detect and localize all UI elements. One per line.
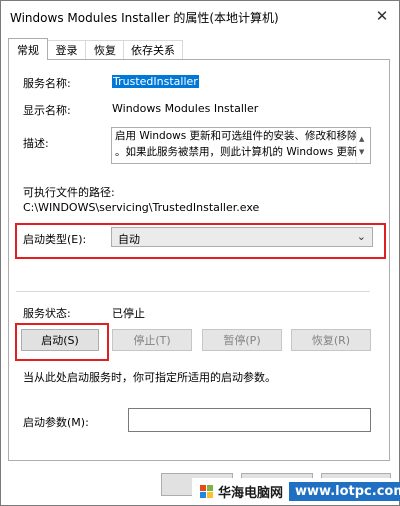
service-name-label: 服务名称: — [23, 77, 71, 90]
exec-path-value[interactable]: C:\WINDOWS\servicing\TrustedInstaller.ex… — [23, 201, 259, 214]
watermark: 华海电脑网 www.lotpc.com — [192, 478, 400, 505]
display-name-value[interactable]: Windows Modules Installer — [112, 102, 258, 115]
display-name-label: 显示名称: — [23, 104, 71, 117]
service-name-value[interactable]: TrustedInstaller — [112, 75, 199, 88]
general-panel — [8, 59, 390, 461]
description-label: 描述: — [23, 137, 49, 150]
description-box[interactable]: 启用 Windows 更新和可选组件的安装、修改和移除 。如果此服务被禁用，则此… — [111, 127, 371, 164]
service-status-value: 已停止 — [112, 307, 145, 320]
close-icon[interactable]: ✕ — [365, 1, 399, 31]
startup-type-value: 自动 — [118, 233, 140, 246]
description-scrollbar[interactable]: ▲ ▼ — [356, 128, 370, 163]
description-line-2: 。如果此服务被禁用，则此计算机的 Windows 更新 — [115, 146, 358, 158]
startup-type-label: 启动类型(E): — [23, 233, 87, 246]
start-params-input[interactable] — [128, 408, 371, 432]
description-line-1: 启用 Windows 更新和可选组件的安装、修改和移除 — [115, 130, 358, 142]
title-bar: Windows Modules Installer 的属性(本地计算机) ✕ — [1, 1, 399, 31]
watermark-text: 华海电脑网 — [218, 486, 284, 501]
tab-general[interactable]: 常规 — [8, 38, 48, 60]
start-params-label: 启动参数(M): — [23, 416, 89, 429]
tab-dependencies[interactable]: 依存关系 — [123, 40, 183, 59]
watermark-url: www.lotpc.com — [289, 482, 400, 501]
pause-button[interactable]: 暂停(P) — [202, 329, 282, 351]
hint-text: 当从此处启动服务时，你可指定所适用的启动参数。 — [23, 371, 276, 384]
stop-button[interactable]: 停止(T) — [112, 329, 192, 351]
window-title: Windows Modules Installer 的属性(本地计算机) — [10, 11, 279, 25]
properties-dialog: Windows Modules Installer 的属性(本地计算机) ✕ 常… — [0, 0, 400, 506]
resume-button[interactable]: 恢复(R) — [291, 329, 371, 351]
startup-type-dropdown[interactable]: 自动 ⌄ — [111, 227, 373, 247]
exec-path-label: 可执行文件的路径: — [23, 186, 115, 199]
chevron-down-icon: ⌄ — [356, 230, 366, 243]
service-name-text: TrustedInstaller — [112, 75, 199, 88]
divider — [16, 291, 370, 292]
windows-logo-icon — [200, 484, 214, 499]
tab-logon[interactable]: 登录 — [46, 40, 87, 59]
service-status-label: 服务状态: — [23, 307, 71, 320]
start-button[interactable]: 启动(S) — [21, 329, 99, 351]
scroll-down-icon[interactable]: ▼ — [359, 144, 364, 160]
tab-recovery[interactable]: 恢复 — [85, 40, 125, 59]
